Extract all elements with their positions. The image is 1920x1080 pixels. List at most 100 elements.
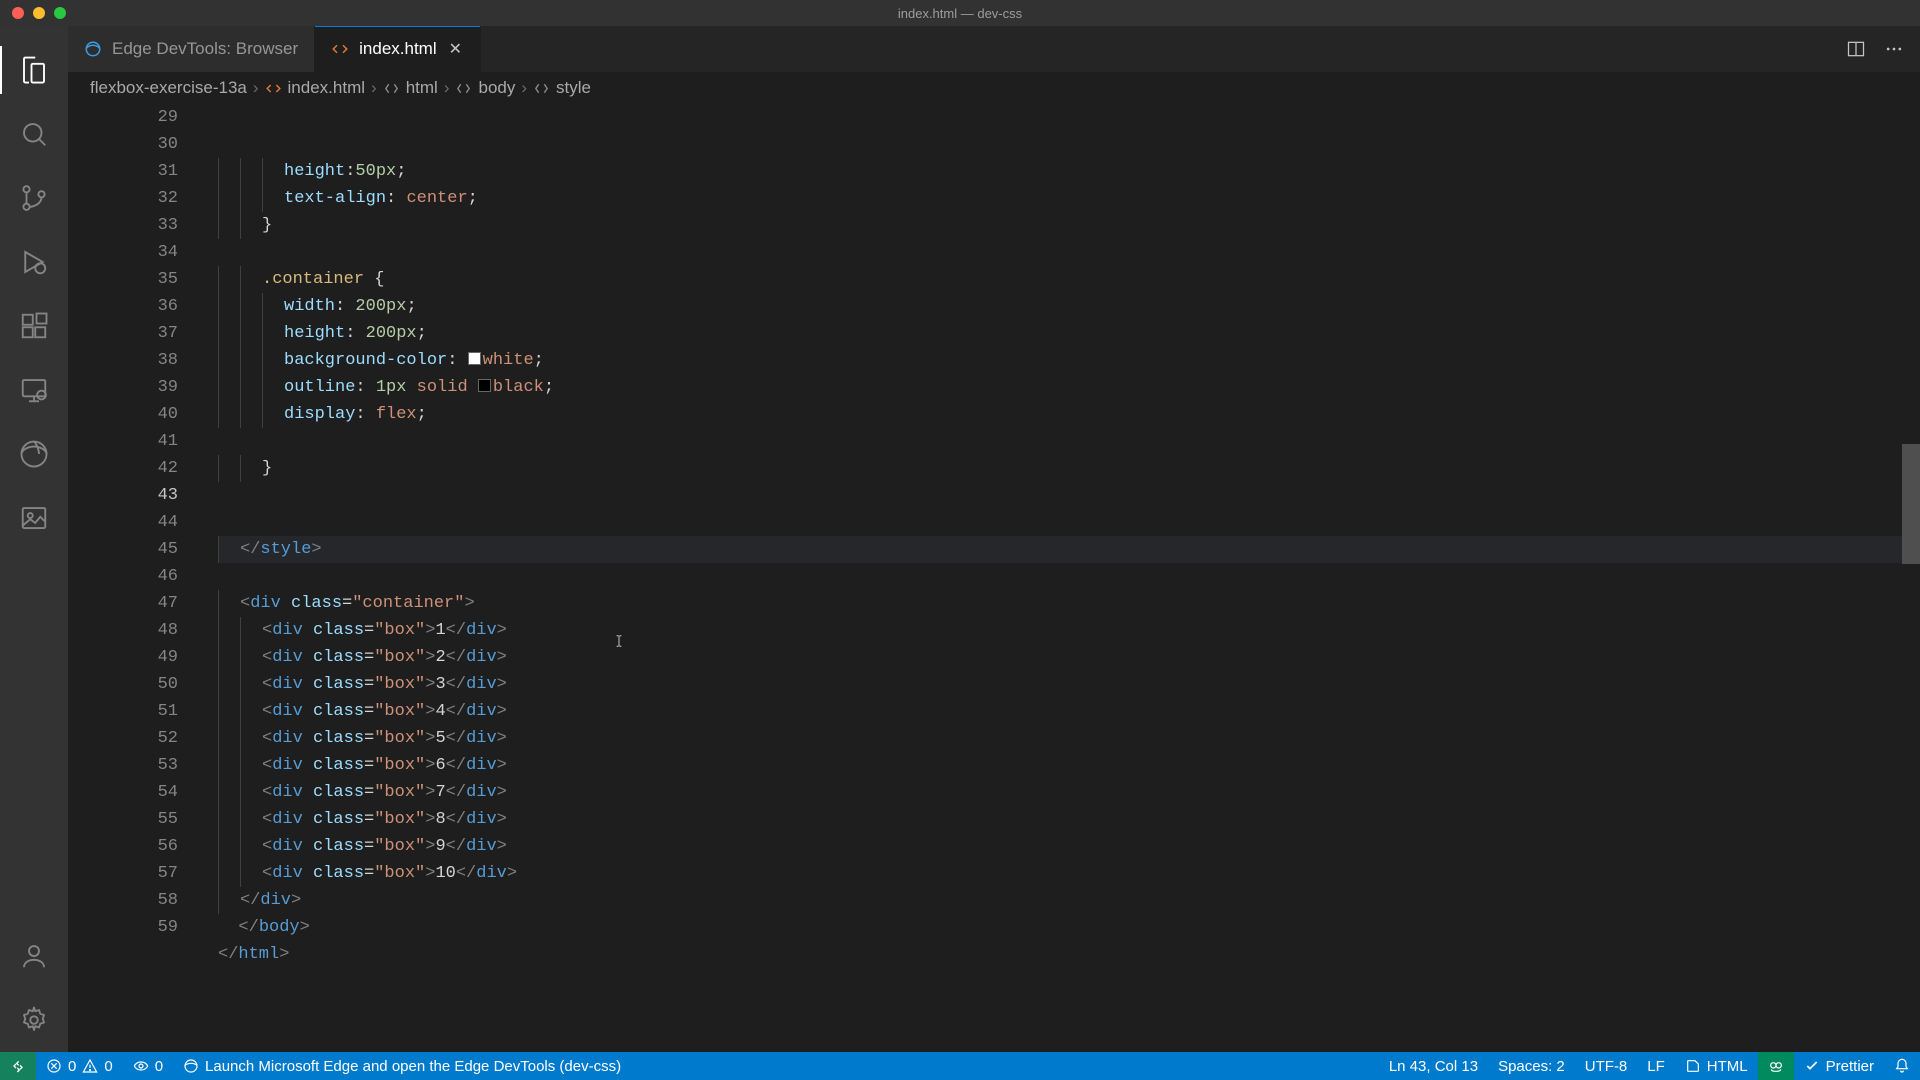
notifications-button[interactable] bbox=[1884, 1052, 1920, 1080]
line-number[interactable]: 40 bbox=[68, 401, 178, 428]
extensions-icon[interactable] bbox=[0, 294, 68, 358]
maximize-window-button[interactable] bbox=[54, 7, 66, 19]
indentation-button[interactable]: Spaces: 2 bbox=[1488, 1052, 1575, 1080]
line-number[interactable]: 47 bbox=[68, 590, 178, 617]
edge-devtools-icon[interactable] bbox=[0, 422, 68, 486]
line-number[interactable]: 59 bbox=[68, 914, 178, 941]
code-line[interactable] bbox=[218, 968, 1920, 995]
vertical-scrollbar[interactable] bbox=[1902, 104, 1920, 1052]
breadcrumb-folder[interactable]: flexbox-exercise-13a bbox=[90, 78, 247, 98]
line-number[interactable]: 48 bbox=[68, 617, 178, 644]
remote-button[interactable] bbox=[0, 1052, 36, 1080]
encoding-button[interactable]: UTF-8 bbox=[1575, 1052, 1638, 1080]
line-number-gutter[interactable]: 2930313233343536373839404142434445464748… bbox=[68, 104, 218, 1052]
breadcrumbs[interactable]: flexbox-exercise-13a › index.html › html… bbox=[68, 72, 1920, 104]
code-line[interactable]: text-align: center; bbox=[218, 185, 1920, 212]
code-content[interactable]: height:50px;text-align: center;} .contain… bbox=[218, 104, 1920, 1052]
launch-edge-button[interactable]: Launch Microsoft Edge and open the Edge … bbox=[173, 1052, 631, 1080]
code-line[interactable]: outline: 1px solid black; bbox=[218, 374, 1920, 401]
code-line[interactable]: <div class="box">9</div> bbox=[218, 833, 1920, 860]
code-line[interactable] bbox=[218, 428, 1920, 455]
close-tab-icon[interactable]: ✕ bbox=[447, 37, 464, 61]
code-line[interactable]: background-color: white; bbox=[218, 347, 1920, 374]
code-line[interactable]: <div class="box">5</div> bbox=[218, 725, 1920, 752]
code-line[interactable] bbox=[218, 563, 1920, 590]
line-number[interactable]: 54 bbox=[68, 779, 178, 806]
line-number[interactable]: 35 bbox=[68, 266, 178, 293]
line-number[interactable]: 55 bbox=[68, 806, 178, 833]
tab-edge-devtools[interactable]: Edge DevTools: Browser bbox=[68, 26, 315, 72]
line-number[interactable]: 56 bbox=[68, 833, 178, 860]
code-line[interactable]: <div class="box">1</div> bbox=[218, 617, 1920, 644]
line-number[interactable]: 36 bbox=[68, 293, 178, 320]
code-line[interactable]: } bbox=[218, 455, 1920, 482]
line-number[interactable]: 49 bbox=[68, 644, 178, 671]
line-number[interactable]: 46 bbox=[68, 563, 178, 590]
line-number[interactable]: 31 bbox=[68, 158, 178, 185]
copilot-button[interactable] bbox=[1758, 1052, 1794, 1080]
line-number[interactable]: 58 bbox=[68, 887, 178, 914]
line-number[interactable]: 41 bbox=[68, 428, 178, 455]
line-number[interactable]: 39 bbox=[68, 374, 178, 401]
line-number[interactable]: 53 bbox=[68, 752, 178, 779]
code-line[interactable]: height:50px; bbox=[218, 158, 1920, 185]
line-number[interactable]: 42 bbox=[68, 455, 178, 482]
line-number[interactable]: 52 bbox=[68, 725, 178, 752]
code-line[interactable]: <div class="box">3</div> bbox=[218, 671, 1920, 698]
ports-button[interactable]: 0 bbox=[123, 1052, 173, 1080]
image-preview-icon[interactable] bbox=[0, 486, 68, 550]
cursor-position[interactable]: Ln 43, Col 13 bbox=[1379, 1052, 1488, 1080]
code-line[interactable]: <div class="box">4</div> bbox=[218, 698, 1920, 725]
minimize-window-button[interactable] bbox=[33, 7, 45, 19]
line-number[interactable]: 43 bbox=[68, 482, 178, 509]
line-number[interactable]: 44 bbox=[68, 509, 178, 536]
problems-button[interactable]: 0 0 bbox=[36, 1052, 123, 1080]
line-number[interactable]: 33 bbox=[68, 212, 178, 239]
breadcrumb-html[interactable]: html bbox=[383, 78, 438, 98]
explorer-icon[interactable] bbox=[0, 38, 68, 102]
code-line[interactable]: <div class="box">2</div> bbox=[218, 644, 1920, 671]
code-line[interactable]: </style> bbox=[218, 536, 1920, 563]
code-line[interactable] bbox=[218, 482, 1920, 509]
settings-gear-icon[interactable] bbox=[0, 988, 68, 1052]
breadcrumb-file[interactable]: index.html bbox=[265, 78, 365, 98]
more-actions-icon[interactable] bbox=[1884, 39, 1904, 59]
line-number[interactable]: 29 bbox=[68, 104, 178, 131]
accounts-icon[interactable] bbox=[0, 924, 68, 988]
source-control-icon[interactable] bbox=[0, 166, 68, 230]
line-number[interactable]: 57 bbox=[68, 860, 178, 887]
tab-index-html[interactable]: index.html ✕ bbox=[315, 26, 481, 72]
code-line[interactable]: <div class="box">6</div> bbox=[218, 752, 1920, 779]
close-window-button[interactable] bbox=[12, 7, 24, 19]
code-line[interactable]: <div class="box">10</div> bbox=[218, 860, 1920, 887]
scrollbar-thumb[interactable] bbox=[1902, 444, 1920, 564]
code-editor[interactable]: 2930313233343536373839404142434445464748… bbox=[68, 104, 1920, 1052]
breadcrumb-style[interactable]: style bbox=[533, 78, 591, 98]
line-number[interactable]: 45 bbox=[68, 536, 178, 563]
code-line[interactable] bbox=[218, 239, 1920, 266]
run-debug-icon[interactable] bbox=[0, 230, 68, 294]
code-line[interactable]: width: 200px; bbox=[218, 293, 1920, 320]
code-line[interactable]: <div class="box">7</div> bbox=[218, 779, 1920, 806]
line-number[interactable]: 38 bbox=[68, 347, 178, 374]
line-number[interactable]: 50 bbox=[68, 671, 178, 698]
code-line[interactable]: display: flex; bbox=[218, 401, 1920, 428]
code-line[interactable]: <div class="box">8</div> bbox=[218, 806, 1920, 833]
split-editor-icon[interactable] bbox=[1846, 39, 1866, 59]
prettier-button[interactable]: Prettier bbox=[1794, 1052, 1884, 1080]
code-line[interactable] bbox=[218, 509, 1920, 536]
remote-explorer-icon[interactable] bbox=[0, 358, 68, 422]
line-number[interactable]: 34 bbox=[68, 239, 178, 266]
code-line[interactable]: </html> bbox=[218, 941, 1920, 968]
code-line[interactable]: } bbox=[218, 212, 1920, 239]
search-icon[interactable] bbox=[0, 102, 68, 166]
code-line[interactable]: .container { bbox=[218, 266, 1920, 293]
line-number[interactable]: 37 bbox=[68, 320, 178, 347]
breadcrumb-body[interactable]: body bbox=[455, 78, 515, 98]
code-line[interactable]: </body> bbox=[218, 914, 1920, 941]
language-mode-button[interactable]: HTML bbox=[1675, 1052, 1758, 1080]
line-number[interactable]: 32 bbox=[68, 185, 178, 212]
line-number[interactable]: 51 bbox=[68, 698, 178, 725]
line-number[interactable]: 30 bbox=[68, 131, 178, 158]
code-line[interactable]: height: 200px; bbox=[218, 320, 1920, 347]
